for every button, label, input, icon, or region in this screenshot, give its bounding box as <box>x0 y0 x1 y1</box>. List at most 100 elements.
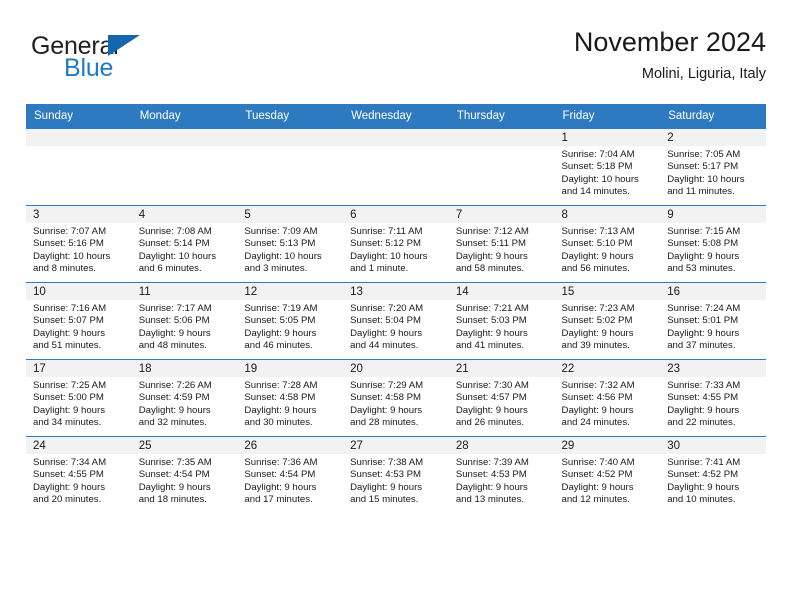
day-number <box>131 129 238 146</box>
calendar-day-cell[interactable]: 20 Sunrise: 7:29 AM Sunset: 4:58 PM Dayligh… <box>343 359 449 437</box>
day-details: Sunrise: 7:25 AM Sunset: 5:00 PM Daylight:… <box>26 377 132 430</box>
calendar-day-cell[interactable]: 16 Sunrise: 7:24 AM Sunset: 5:01 PM Dayligh… <box>660 282 766 360</box>
sunrise-time: Sunrise: 7:35 AM <box>138 457 212 468</box>
calendar-day-cell[interactable]: 17 Sunrise: 7:25 AM Sunset: 5:00 PM Dayligh… <box>26 359 132 437</box>
daylight-duration-line1: Daylight: 9 hours <box>455 404 528 416</box>
daylight-duration-line2: and 3 minutes. <box>244 263 308 275</box>
day-number: 26 <box>237 437 344 454</box>
sunrise-time: Sunrise: 7:23 AM <box>561 303 635 314</box>
calendar-day-cell[interactable]: 18 Sunrise: 7:26 AM Sunset: 4:59 PM Dayligh… <box>131 359 238 437</box>
sunrise-time: Sunrise: 7:12 AM <box>455 226 529 237</box>
calendar-week-row: 17 Sunrise: 7:25 AM Sunset: 5:00 PM Dayligh… <box>26 359 766 437</box>
daylight-duration-line1: Daylight: 9 hours <box>667 250 740 262</box>
sunrise-time: Sunrise: 7:20 AM <box>350 303 424 314</box>
daylight-duration-line2: and 53 minutes. <box>667 263 736 275</box>
brand-name-blue: Blue <box>64 54 114 82</box>
sunset-time: Sunset: 5:07 PM <box>33 315 104 327</box>
calendar-day-cell[interactable]: 30 Sunrise: 7:41 AM Sunset: 4:52 PM Dayligh… <box>660 436 766 513</box>
daylight-duration-line1: Daylight: 9 hours <box>33 481 105 493</box>
day-details: Sunrise: 7:09 AM Sunset: 5:13 PM Daylight:… <box>237 223 343 276</box>
calendar-day-cell[interactable]: 10 Sunrise: 7:16 AM Sunset: 5:07 PM Dayligh… <box>26 282 132 360</box>
calendar-day-cell[interactable]: 19 Sunrise: 7:28 AM Sunset: 4:58 PM Dayligh… <box>237 359 344 437</box>
sunrise-time: Sunrise: 7:30 AM <box>455 380 529 391</box>
sunset-time: Sunset: 4:59 PM <box>138 392 210 404</box>
daylight-duration-line1: Daylight: 9 hours <box>244 404 317 416</box>
calendar-day-cell[interactable]: 13 Sunrise: 7:20 AM Sunset: 5:04 PM Dayligh… <box>343 282 449 360</box>
day-number: 18 <box>131 360 238 377</box>
sunset-time: Sunset: 4:58 PM <box>350 392 422 404</box>
day-details: Sunrise: 7:26 AM Sunset: 4:59 PM Daylight:… <box>132 377 238 430</box>
day-details: Sunrise: 7:21 AM Sunset: 5:03 PM Daylight:… <box>449 300 555 353</box>
daylight-duration-line2: and 32 minutes. <box>138 417 207 429</box>
sunset-time: Sunset: 5:14 PM <box>138 238 210 250</box>
calendar-day-cell[interactable]: 21 Sunrise: 7:30 AM Sunset: 4:57 PM Dayligh… <box>448 359 555 437</box>
calendar-day-cell[interactable]: 27 Sunrise: 7:38 AM Sunset: 4:53 PM Dayligh… <box>343 436 449 513</box>
daylight-duration-line2: and 13 minutes. <box>455 494 525 506</box>
sunrise-time: Sunrise: 7:16 AM <box>33 303 107 314</box>
calendar-page: General Blue November 2024 Molini, Ligur… <box>0 0 792 612</box>
day-details: Sunrise: 7:07 AM Sunset: 5:16 PM Daylight:… <box>26 223 132 276</box>
daylight-duration-line1: Daylight: 9 hours <box>350 327 423 339</box>
calendar-day-cell[interactable]: 23 Sunrise: 7:33 AM Sunset: 4:55 PM Dayligh… <box>660 359 766 437</box>
day-number: 5 <box>237 206 344 223</box>
sunrise-time: Sunrise: 7:36 AM <box>244 457 318 468</box>
daylight-duration-line1: Daylight: 9 hours <box>561 327 634 339</box>
day-details: Sunrise: 7:17 AM Sunset: 5:06 PM Daylight:… <box>132 300 238 353</box>
calendar-day-cell[interactable]: 11 Sunrise: 7:17 AM Sunset: 5:06 PM Dayligh… <box>131 282 238 360</box>
calendar-day-cell[interactable]: 7 Sunrise: 7:12 AM Sunset: 5:11 PM Daylight… <box>448 205 555 283</box>
daylight-duration-line1: Daylight: 9 hours <box>138 404 211 416</box>
calendar-day-cell[interactable]: 28 Sunrise: 7:39 AM Sunset: 4:53 PM Dayligh… <box>448 436 555 513</box>
calendar-day-cell[interactable]: 24 Sunrise: 7:34 AM Sunset: 4:55 PM Dayligh… <box>26 436 132 513</box>
day-details: Sunrise: 7:28 AM Sunset: 4:58 PM Daylight:… <box>237 377 343 430</box>
calendar-day-cell[interactable]: 14 Sunrise: 7:21 AM Sunset: 5:03 PM Dayligh… <box>448 282 555 360</box>
sunset-time: Sunset: 5:05 PM <box>244 315 316 327</box>
daylight-duration-line1: Daylight: 9 hours <box>350 404 423 416</box>
daylight-duration-line1: Daylight: 9 hours <box>138 481 211 493</box>
page-header: General Blue November 2024 Molini, Ligur… <box>26 27 766 100</box>
day-number: 1 <box>554 129 661 146</box>
calendar-day-cell[interactable]: 4 Sunrise: 7:08 AM Sunset: 5:14 PM Daylight… <box>131 205 238 283</box>
daylight-duration-line2: and 58 minutes. <box>455 263 525 275</box>
calendar-day-cell[interactable]: 6 Sunrise: 7:11 AM Sunset: 5:12 PM Daylight… <box>343 205 449 283</box>
daylight-duration-line1: Daylight: 9 hours <box>455 250 528 262</box>
sunrise-time: Sunrise: 7:21 AM <box>455 303 529 314</box>
day-details: Sunrise: 7:12 AM Sunset: 5:11 PM Daylight:… <box>449 223 555 276</box>
sunset-time: Sunset: 4:56 PM <box>561 392 633 404</box>
calendar-day-cell[interactable]: 3 Sunrise: 7:07 AM Sunset: 5:16 PM Daylight… <box>26 205 132 283</box>
brand-logo[interactable]: General Blue <box>31 34 231 94</box>
calendar-day-cell-empty <box>237 128 344 206</box>
sunrise-time: Sunrise: 7:19 AM <box>244 303 318 314</box>
weekday-header-monday: Monday <box>131 104 238 129</box>
calendar-day-cell[interactable]: 8 Sunrise: 7:13 AM Sunset: 5:10 PM Daylight… <box>554 205 661 283</box>
daylight-duration-line2: and 44 minutes. <box>350 340 419 352</box>
daylight-duration-line1: Daylight: 10 hours <box>138 250 217 262</box>
calendar-day-cell[interactable]: 1 Sunrise: 7:04 AM Sunset: 5:18 PM Daylight… <box>554 128 661 206</box>
daylight-duration-line1: Daylight: 9 hours <box>244 481 317 493</box>
day-details: Sunrise: 7:41 AM Sunset: 4:52 PM Daylight:… <box>660 454 766 507</box>
weekday-header-saturday: Saturday <box>660 104 766 129</box>
day-number: 15 <box>554 283 661 300</box>
calendar-day-cell[interactable]: 29 Sunrise: 7:40 AM Sunset: 4:52 PM Dayligh… <box>554 436 661 513</box>
weekday-header-sunday: Sunday <box>26 104 132 129</box>
calendar-day-cell[interactable]: 22 Sunrise: 7:32 AM Sunset: 4:56 PM Dayligh… <box>554 359 661 437</box>
calendar-day-cell[interactable]: 2 Sunrise: 7:05 AM Sunset: 5:17 PM Daylight… <box>660 128 766 206</box>
day-number: 12 <box>237 283 344 300</box>
daylight-duration-line2: and 11 minutes. <box>667 186 735 198</box>
daylight-duration-line1: Daylight: 9 hours <box>138 327 211 339</box>
calendar-day-cell[interactable]: 5 Sunrise: 7:09 AM Sunset: 5:13 PM Daylight… <box>237 205 344 283</box>
sunset-time: Sunset: 5:08 PM <box>667 238 739 250</box>
calendar-day-cell[interactable]: 12 Sunrise: 7:19 AM Sunset: 5:05 PM Dayligh… <box>237 282 344 360</box>
daylight-duration-line2: and 22 minutes. <box>667 417 736 429</box>
day-number: 17 <box>26 360 132 377</box>
day-number: 11 <box>131 283 238 300</box>
day-number: 2 <box>660 129 766 146</box>
day-number: 30 <box>660 437 766 454</box>
calendar-day-cell[interactable]: 9 Sunrise: 7:15 AM Sunset: 5:08 PM Daylight… <box>660 205 766 283</box>
calendar-week-row: 1 Sunrise: 7:04 AM Sunset: 5:18 PM Daylight… <box>26 128 766 206</box>
calendar-grid: Sunday Monday Tuesday Wednesday Thursday… <box>26 104 766 513</box>
day-number: 25 <box>131 437 238 454</box>
calendar-day-cell[interactable]: 25 Sunrise: 7:35 AM Sunset: 4:54 PM Dayligh… <box>131 436 238 513</box>
calendar-day-cell[interactable]: 15 Sunrise: 7:23 AM Sunset: 5:02 PM Dayligh… <box>554 282 661 360</box>
daylight-duration-line1: Daylight: 10 hours <box>350 250 428 262</box>
calendar-day-cell[interactable]: 26 Sunrise: 7:36 AM Sunset: 4:54 PM Dayligh… <box>237 436 344 513</box>
